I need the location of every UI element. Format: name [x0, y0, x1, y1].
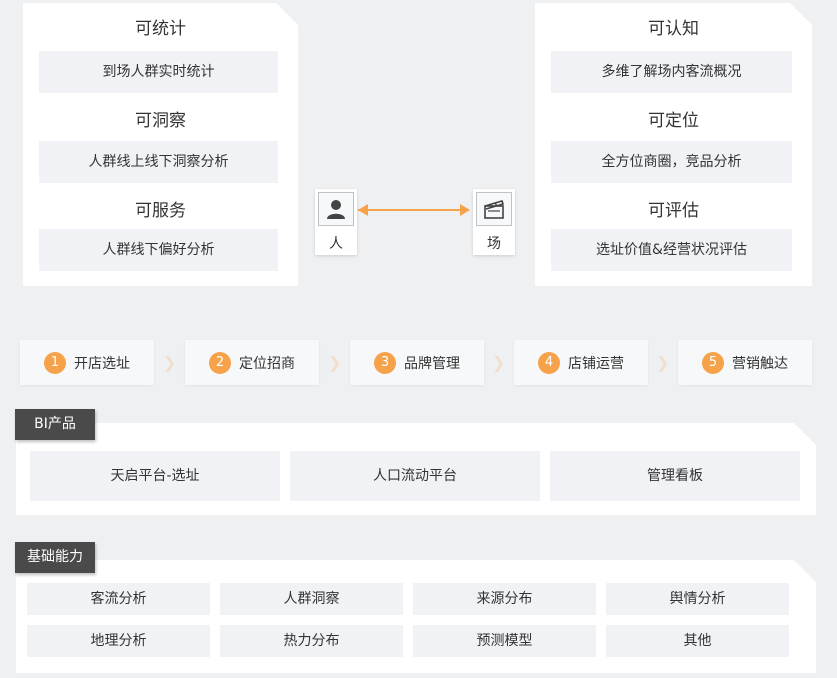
place-node: 场	[473, 189, 515, 255]
base-section-tab: 基础能力	[15, 542, 95, 573]
base-item-prediction-model: 预测模型	[413, 625, 596, 657]
step-number: 1	[44, 351, 66, 374]
capability-card-left: 可统计 到场人群实时统计 可洞察 人群线上线下洞察分析 可服务 人群线下偏好分析	[23, 3, 298, 286]
group-item-statistics: 到场人群实时统计	[39, 51, 278, 93]
capability-card-right: 可认知 多维了解场内客流概况 可定位 全方位商圈，竞品分析 可评估 选址价值&经…	[535, 3, 812, 286]
step-brand-management: 3 品牌管理	[350, 340, 484, 385]
bidirectional-arrow	[358, 209, 468, 211]
bi-products-section: 天启平台-选址 人口流动平台 管理看板	[16, 423, 816, 515]
step-site-selection: 1 开店选址	[20, 340, 154, 385]
step-label: 营销触达	[732, 355, 788, 372]
arrow-head-left	[358, 204, 368, 216]
step-number: 3	[374, 351, 396, 374]
base-capabilities-section: 客流分析 人群洞察 来源分布 舆情分析 地理分析 热力分布 预测模型 其他	[16, 560, 816, 673]
chevron-right-icon: ❯	[163, 353, 177, 372]
place-label: 场	[487, 236, 501, 252]
base-item-geo-analysis: 地理分析	[27, 625, 210, 657]
step-positioning: 2 定位招商	[185, 340, 319, 385]
bi-item-population-flow: 人口流动平台	[290, 451, 540, 501]
group-title-cognition: 可认知	[648, 19, 699, 39]
person-icon	[318, 192, 354, 226]
group-title-statistics: 可统计	[135, 19, 186, 39]
bi-item-tianqi: 天启平台-选址	[30, 451, 280, 501]
step-number: 5	[702, 351, 724, 374]
step-store-operation: 4 店铺运营	[514, 340, 648, 385]
base-item-other: 其他	[606, 625, 789, 657]
step-number: 2	[209, 351, 231, 374]
base-item-crowd-insight: 人群洞察	[220, 583, 403, 615]
group-item-insight: 人群线上线下洞察分析	[39, 141, 278, 183]
group-item-evaluation: 选址价值&经营状况评估	[551, 229, 792, 271]
chevron-right-icon: ❯	[328, 353, 342, 372]
bi-item-dashboard: 管理看板	[550, 451, 800, 501]
chevron-right-icon: ❯	[492, 353, 506, 372]
group-title-evaluation: 可评估	[648, 201, 699, 221]
step-marketing-reach: 5 营销触达	[678, 340, 812, 385]
person-node: 人	[315, 189, 357, 255]
group-item-positioning: 全方位商圈，竞品分析	[551, 141, 792, 183]
step-label: 定位招商	[239, 355, 295, 372]
base-item-heat-distribution: 热力分布	[220, 625, 403, 657]
step-number: 4	[538, 351, 560, 374]
step-label: 品牌管理	[404, 355, 460, 372]
base-item-traffic-analysis: 客流分析	[27, 583, 210, 615]
step-label: 开店选址	[74, 355, 130, 372]
group-item-cognition: 多维了解场内客流概况	[551, 51, 792, 93]
base-item-sentiment-analysis: 舆情分析	[606, 583, 789, 615]
arrow-head-right	[460, 204, 470, 216]
clapperboard-icon	[476, 192, 512, 226]
chevron-right-icon: ❯	[656, 353, 670, 372]
step-label: 店铺运营	[568, 355, 624, 372]
person-label: 人	[329, 236, 343, 252]
group-title-service: 可服务	[135, 201, 186, 221]
group-title-insight: 可洞察	[135, 111, 186, 131]
bi-section-tab: BI产品	[15, 409, 95, 440]
group-item-service: 人群线下偏好分析	[39, 229, 278, 271]
group-title-positioning: 可定位	[648, 111, 699, 131]
base-item-source-distribution: 来源分布	[413, 583, 596, 615]
